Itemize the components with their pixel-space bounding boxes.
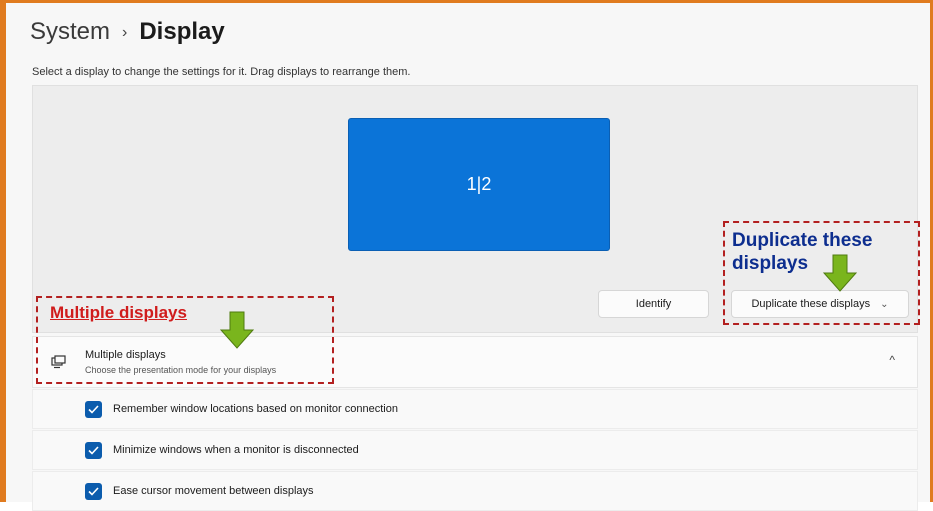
annotation-label-multiple-displays: Multiple displays — [50, 303, 187, 322]
display-tile-1-2[interactable]: 1|2 — [348, 118, 610, 251]
breadcrumb: System › Display — [30, 18, 225, 46]
remember-window-locations-checkbox[interactable] — [85, 401, 102, 418]
checkmark-icon — [88, 446, 99, 455]
option-label: Remember window locations based on monit… — [113, 403, 398, 415]
down-arrow-icon — [823, 254, 857, 292]
minimize-windows-checkbox[interactable] — [85, 442, 102, 459]
chevron-right-icon: › — [122, 24, 128, 41]
option-row-ease-cursor-movement[interactable]: Ease cursor movement between displays — [32, 471, 918, 511]
option-label: Ease cursor movement between displays — [113, 485, 314, 497]
checkmark-icon — [88, 487, 99, 496]
chevron-up-icon[interactable]: ^ — [889, 353, 895, 367]
identify-button[interactable]: Identify — [598, 290, 709, 318]
breadcrumb-system-link[interactable]: System — [30, 18, 110, 46]
annotation-line-1: Duplicate these — [732, 230, 873, 251]
identify-button-label: Identify — [635, 298, 672, 310]
option-label: Minimize windows when a monitor is disco… — [113, 444, 359, 456]
option-row-remember-window-locations[interactable]: Remember window locations based on monit… — [32, 389, 918, 429]
page-subtitle: Select a display to change the settings … — [32, 66, 411, 78]
display-tile-label: 1|2 — [466, 174, 492, 194]
checkmark-icon — [88, 405, 99, 414]
ease-cursor-movement-checkbox[interactable] — [85, 483, 102, 500]
down-arrow-icon — [220, 311, 254, 349]
page-title: Display — [139, 18, 225, 45]
option-row-minimize-windows[interactable]: Minimize windows when a monitor is disco… — [32, 430, 918, 470]
